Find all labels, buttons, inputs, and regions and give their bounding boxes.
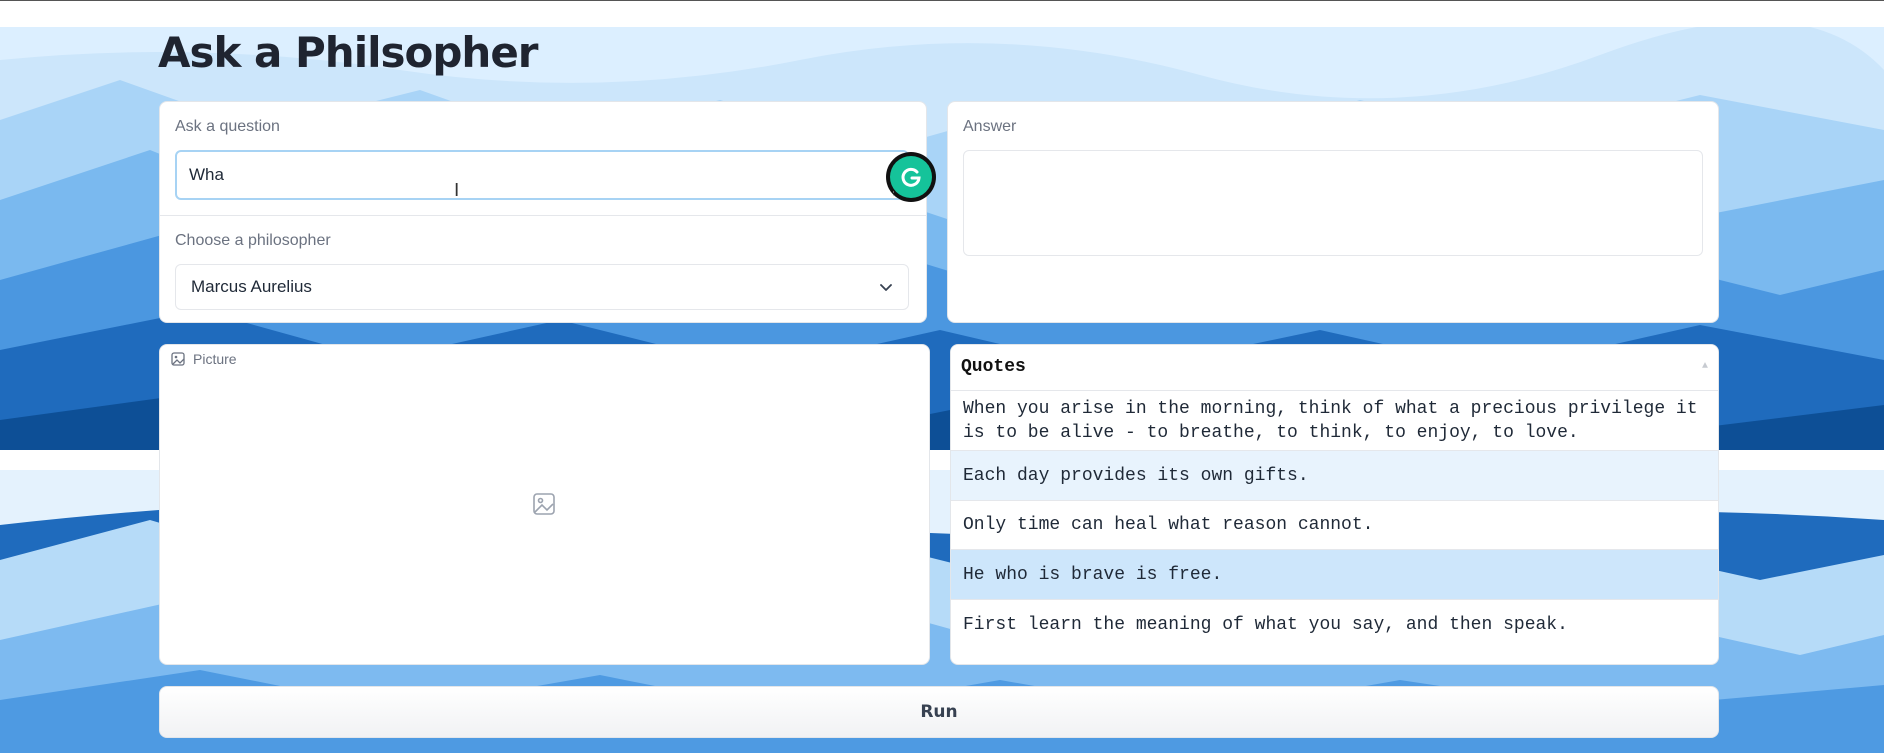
chevron-down-icon	[880, 284, 892, 291]
answer-label: Answer	[963, 118, 1017, 135]
grammarly-icon[interactable]: ⋮	[886, 152, 936, 202]
quote-text: Each day provides its own gifts.	[963, 465, 1309, 486]
philosopher-dropdown[interactable]: Marcus Aurelius	[175, 264, 909, 310]
quotes-table: Quotes ▲ When you arise in the morning, …	[950, 344, 1719, 665]
grammarly-g-icon	[901, 167, 921, 187]
drag-handle-icon: ⋮	[889, 190, 898, 200]
text-cursor-icon: Ⅰ	[454, 180, 460, 201]
table-row[interactable]: Each day provides its own gifts.	[951, 451, 1718, 501]
question-label: Ask a question	[175, 118, 280, 135]
table-row[interactable]: First learn the meaning of what you say,…	[951, 600, 1718, 649]
quotes-header[interactable]: Quotes ▲	[951, 345, 1718, 391]
run-button[interactable]: Run	[159, 686, 1719, 738]
quote-text: First learn the meaning of what you say,…	[963, 614, 1568, 635]
quotes-header-label: Quotes	[961, 357, 1026, 377]
picture-card: Picture	[159, 344, 930, 665]
quote-text: He who is brave is free.	[963, 564, 1223, 585]
divider	[160, 215, 926, 216]
answer-output[interactable]	[963, 150, 1703, 256]
philosopher-selected: Marcus Aurelius	[191, 277, 312, 296]
page-title: Ask a Philsopher	[158, 28, 539, 77]
philosopher-label: Choose a philosopher	[175, 232, 331, 249]
picture-header: Picture	[171, 351, 237, 367]
table-row[interactable]: He who is brave is free.	[951, 550, 1718, 600]
answer-card: Answer	[947, 101, 1719, 323]
table-row[interactable]: When you arise in the morning, think of …	[951, 392, 1718, 451]
quote-text: Only time can heal what reason cannot.	[963, 515, 1374, 535]
sort-icon[interactable]: ▲	[1702, 361, 1708, 372]
question-input[interactable]	[175, 150, 909, 200]
question-card: Ask a question Choose a philosopher Marc…	[159, 101, 927, 323]
top-bar	[0, 1, 1884, 27]
image-placeholder-icon	[533, 493, 555, 515]
image-icon	[171, 352, 185, 366]
table-row[interactable]: Only time can heal what reason cannot.	[951, 501, 1718, 550]
picture-label: Picture	[193, 351, 237, 367]
quote-text: When you arise in the morning, think of …	[963, 399, 1698, 443]
